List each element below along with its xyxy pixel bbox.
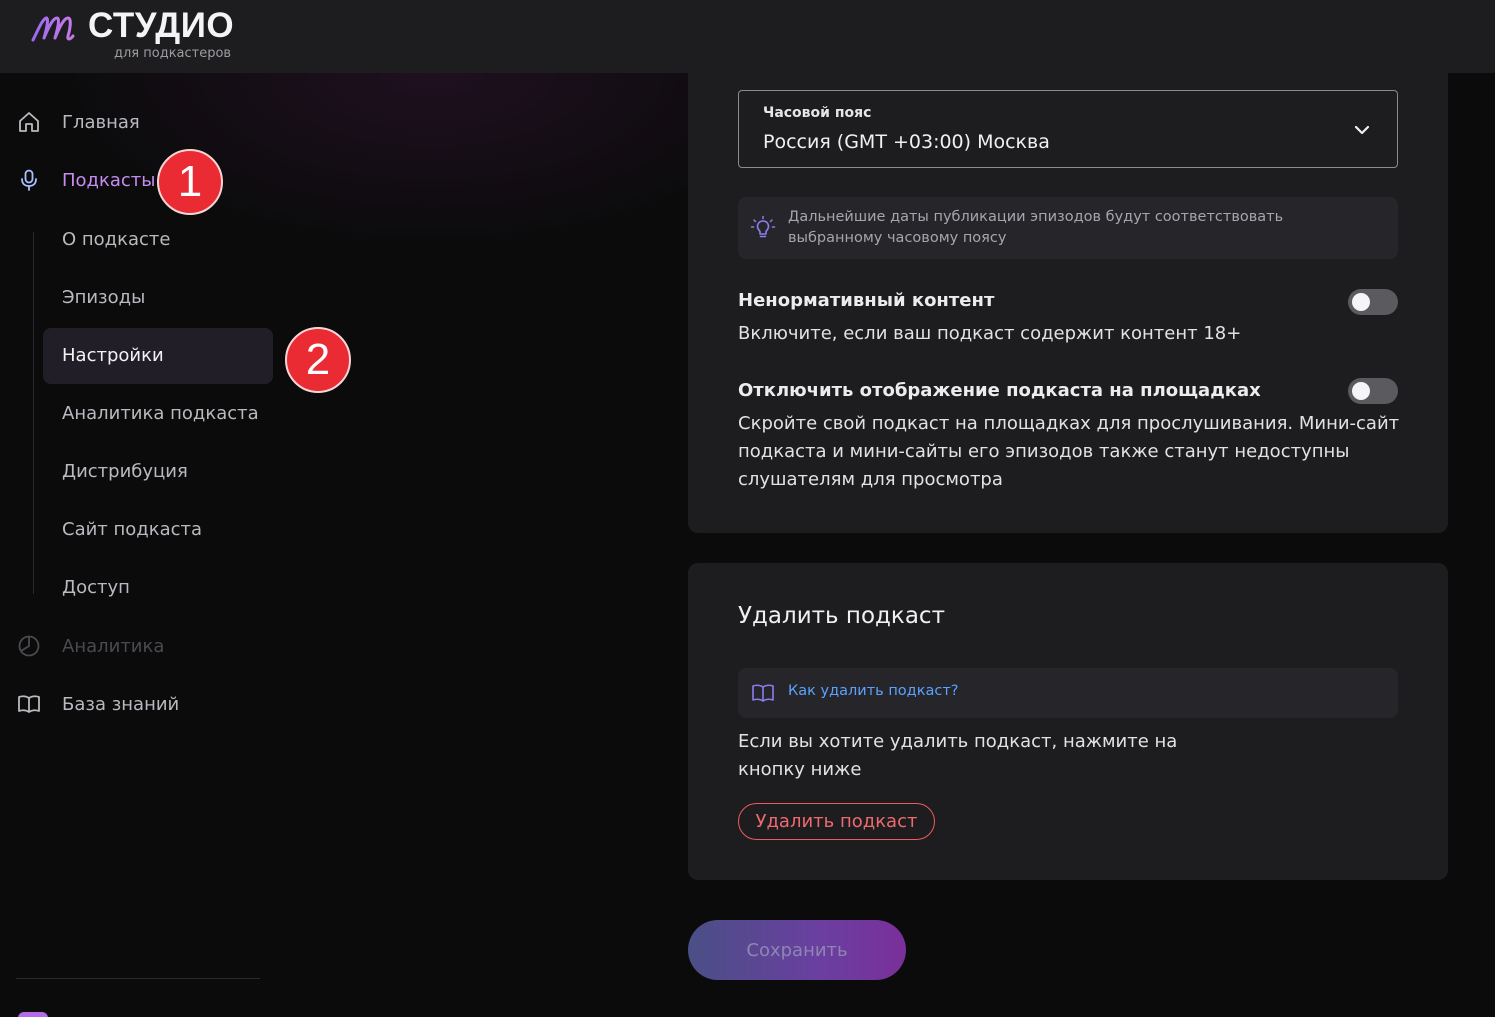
submenu-item-access[interactable]: Доступ — [62, 577, 130, 598]
sidebar-item-label: Аналитика — [62, 635, 165, 657]
sidebar-item-analytics[interactable]: Аналитика — [16, 626, 164, 666]
explicit-content-title: Ненормативный контент — [738, 290, 995, 311]
delete-help-link[interactable]: Как удалить подкаст? — [788, 683, 958, 699]
sidebar-item-knowledge-base[interactable]: База знаний — [16, 684, 179, 724]
submenu-item-episodes[interactable]: Эпизоды — [62, 287, 145, 308]
sidebar-item-label: База знаний — [62, 693, 180, 715]
delete-podcast-button[interactable]: Удалить подкаст — [738, 803, 935, 840]
pie-chart-icon — [16, 633, 42, 659]
logo-subtitle: для подкастеров — [114, 46, 232, 61]
step-badge-1: 1 — [157, 149, 223, 215]
timezone-value: Россия (GMT +03:00) Москва — [763, 131, 1050, 153]
chevron-down-icon — [1354, 125, 1370, 135]
logo-icon — [31, 16, 75, 42]
home-icon — [16, 109, 42, 135]
submenu-item-distribution[interactable]: Дистрибуция — [62, 461, 188, 482]
sidebar-divider — [16, 978, 260, 979]
sidebar-item-label: Подкасты — [62, 169, 156, 191]
sidebar-item-podcasts[interactable]: Подкасты — [16, 160, 156, 200]
hide-podcast-description: Скройте свой подкаст на площадках для пр… — [738, 413, 1400, 490]
hide-podcast-title: Отключить отображение подкаста на площад… — [738, 380, 1261, 401]
explicit-content-toggle[interactable] — [1348, 289, 1398, 315]
submenu-line — [33, 232, 34, 594]
avatar[interactable] — [18, 1012, 48, 1017]
submenu-item-podcast-analytics[interactable]: Аналитика подкаста — [62, 403, 259, 424]
hide-podcast-toggle[interactable] — [1348, 378, 1398, 404]
delete-podcast-title: Удалить подкаст — [738, 603, 945, 629]
delete-help-hint[interactable]: Как удалить подкаст? — [738, 668, 1398, 718]
delete-podcast-description: Если вы хотите удалить подкаст, нажмите … — [738, 731, 1178, 780]
save-button[interactable]: Сохранить — [688, 920, 906, 980]
book-icon — [16, 691, 42, 717]
explicit-content-description: Включите, если ваш подкаст содержит конт… — [738, 323, 1242, 344]
lightbulb-icon — [750, 215, 776, 238]
timezone-label: Часовой пояс — [763, 105, 872, 121]
submenu-item-settings[interactable]: Настройки — [62, 345, 164, 366]
step-badge-2: 2 — [285, 327, 351, 393]
timezone-select[interactable]: Часовой пояс Россия (GMT +03:00) Москва — [738, 90, 1398, 168]
submenu-item-podcast-site[interactable]: Сайт подкаста — [62, 519, 202, 540]
logo-title[interactable]: СТУДИО — [88, 6, 234, 46]
microphone-icon — [16, 167, 42, 193]
submenu-item-about[interactable]: О подкасте — [62, 229, 170, 250]
sidebar-item-label: Главная — [62, 111, 140, 133]
timezone-hint-text: Дальнейшие даты публикации эпизодов буду… — [788, 209, 1284, 246]
timezone-hint: Дальнейшие даты публикации эпизодов буду… — [738, 197, 1398, 259]
sidebar-item-home[interactable]: Главная — [16, 102, 140, 142]
book-icon — [752, 684, 774, 702]
